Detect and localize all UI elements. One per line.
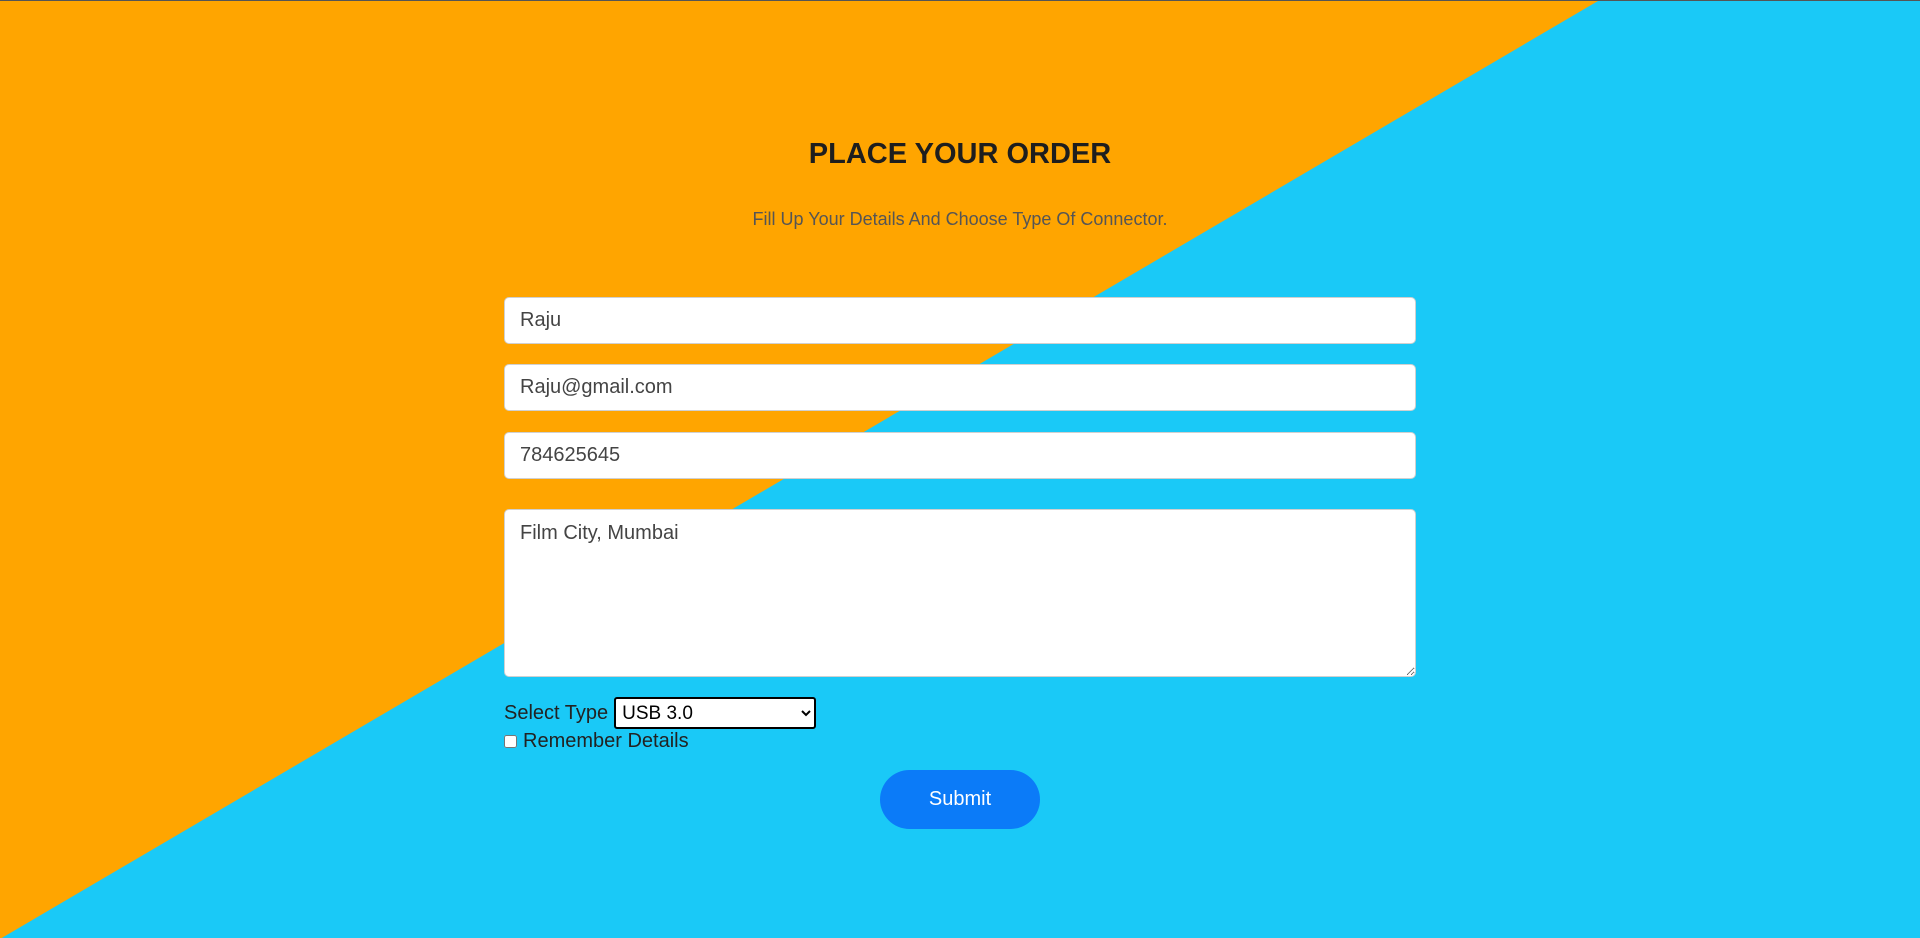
remember-details-row: Remember Details [504,730,689,753]
phone-field[interactable] [504,432,1416,479]
remember-details-label: Remember Details [523,730,689,752]
name-field[interactable] [504,297,1416,344]
email-field[interactable] [504,364,1416,411]
remember-details-checkbox[interactable] [504,735,517,748]
select-type-label: Select Type [504,701,609,724]
address-textarea[interactable]: Film City, Mumbai [504,509,1416,677]
order-page: PLACE YOUR ORDER Fill Up Your Details An… [0,0,1920,938]
page-subtitle: Fill Up Your Details And Choose Type Of … [752,209,1168,229]
select-type-row: Select Type USB 3.0 [504,697,817,729]
connector-type-select[interactable]: USB 3.0 [614,697,817,729]
order-form-container: PLACE YOUR ORDER Fill Up Your Details An… [0,1,1920,938]
submit-button[interactable]: Submit [880,770,1040,829]
page-title: PLACE YOUR ORDER [808,138,1112,170]
